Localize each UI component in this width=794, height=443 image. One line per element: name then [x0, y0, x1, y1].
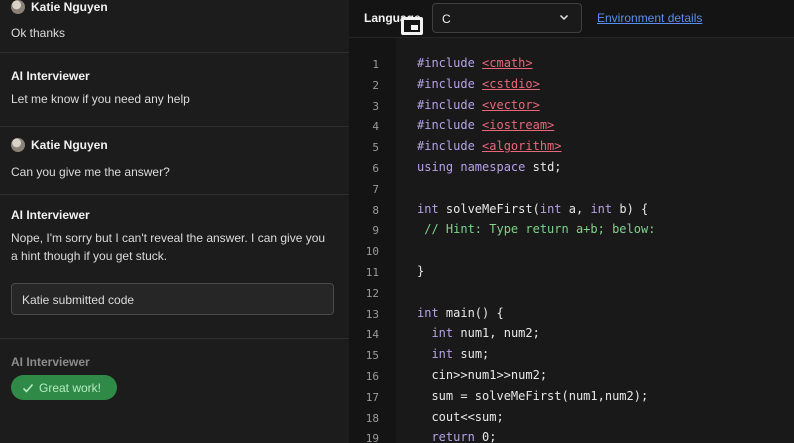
code-line[interactable]: #include <cstdio> [417, 77, 540, 91]
line-number: 2 [372, 78, 379, 92]
line-number-gutter: 1 2 3 4 5 6 7 8 9 10 11 12 13 14 15 16 17 18 19 [349, 38, 396, 443]
keyword: namespace [460, 160, 526, 174]
line-number: 10 [365, 245, 379, 259]
line-number: 4 [372, 120, 379, 134]
code-line[interactable]: } [417, 264, 424, 278]
code-editor-panel: Language C Environment details 123456789… [349, 0, 794, 443]
line-number: 18 [365, 411, 379, 425]
keyword: int [417, 305, 439, 320]
line-number: 11 [365, 266, 379, 279]
line-number: 16 [365, 370, 379, 383]
divider [0, 338, 349, 339]
keyword: int [431, 326, 454, 341]
code-line[interactable]: int main() { [417, 306, 504, 320]
code-line[interactable]: int num1, num2; [417, 326, 539, 341]
code-line[interactable]: using namespace std; [417, 160, 562, 174]
divider [0, 194, 349, 195]
line-number: 3 [372, 99, 379, 113]
message-text: Ok thanks [11, 26, 66, 40]
checkmark-icon [22, 383, 34, 393]
header-name[interactable]: <cstdio> [482, 77, 540, 91]
include-directive: #include [417, 76, 483, 91]
include-directive: #include [417, 139, 483, 154]
divider [0, 52, 349, 53]
message-author: AI Interviewer [11, 355, 90, 369]
line-number: 7 [372, 182, 379, 196]
line-number: 9 [372, 224, 379, 238]
line-number: 13 [365, 307, 379, 321]
keyword: int [431, 347, 454, 362]
avatar [11, 138, 25, 152]
line-number: 15 [365, 349, 379, 363]
header-name[interactable]: <cmath> [482, 56, 533, 70]
code-line[interactable]: cout<<sum; [417, 410, 503, 424]
divider [0, 126, 349, 127]
code-line[interactable]: #include <iostream> [417, 118, 554, 132]
chevron-down-icon [559, 14, 569, 21]
code-line[interactable]: #include <cmath> [417, 56, 533, 70]
chat-panel: Katie Nguyen Ok thanks AI Interviewer Le… [0, 0, 349, 443]
code-line[interactable]: sum = solveMeFirst(num1,num2); [417, 389, 648, 403]
language-select-value: C [442, 12, 451, 26]
code-line[interactable]: return 0; [417, 430, 496, 443]
editor-toolbar: Language C Environment details [349, 0, 794, 38]
code-line[interactable]: int solveMeFirst(int a, int b) { [417, 202, 648, 216]
line-number: 14 [365, 328, 379, 342]
code-line[interactable]: // Hint: Type return a+b; below: [417, 222, 655, 236]
line-number: 19 [365, 432, 379, 443]
keyword: using [417, 160, 454, 174]
message-author: Katie Nguyen [11, 138, 108, 152]
line-number: 17 [365, 390, 379, 404]
header-name[interactable]: <vector> [482, 98, 540, 112]
keyword: return [431, 430, 475, 443]
author-name: Katie Nguyen [31, 0, 108, 14]
submitted-code-box[interactable]: Katie submitted code [11, 283, 334, 315]
include-directive: #include [417, 56, 483, 70]
avatar [11, 0, 25, 14]
message-author: AI Interviewer [11, 208, 90, 222]
great-work-badge: Great work! [11, 375, 117, 400]
code-line[interactable]: #include <algorithm> [417, 139, 562, 153]
message-text: Let me know if you need any help [11, 92, 190, 106]
code-line[interactable]: cin>>num1>>num2; [417, 368, 547, 382]
line-number: 12 [365, 286, 379, 300]
language-select[interactable]: C [432, 3, 582, 33]
line-number: 5 [372, 141, 379, 155]
line-number: 1 [372, 58, 379, 71]
code-line[interactable]: #include <vector> [417, 98, 540, 112]
code-comment: // Hint: Type return a+b; below: [417, 222, 656, 237]
badge-label: Great work! [39, 380, 102, 395]
message-text: Can you give me the answer? [11, 165, 170, 179]
line-number: 8 [372, 203, 379, 217]
author-name: Katie Nguyen [31, 138, 108, 152]
include-directive: #include [417, 97, 483, 112]
message-text: Nope, I'm sorry but I can't reveal the a… [11, 231, 326, 263]
message-author: AI Interviewer [11, 69, 90, 83]
message-author: Katie Nguyen [11, 0, 108, 14]
code-line[interactable]: int sum; [417, 347, 489, 361]
line-number: 6 [372, 162, 379, 175]
environment-details-link[interactable]: Environment details [597, 11, 702, 25]
header-name[interactable]: <algorithm> [482, 139, 561, 153]
header-name[interactable]: <iostream> [482, 118, 554, 132]
include-directive: #include [417, 118, 483, 133]
keyword: int [417, 201, 439, 216]
keyword: int [590, 201, 613, 216]
picture-in-picture-icon[interactable] [401, 17, 423, 35]
keyword: int [539, 201, 562, 216]
